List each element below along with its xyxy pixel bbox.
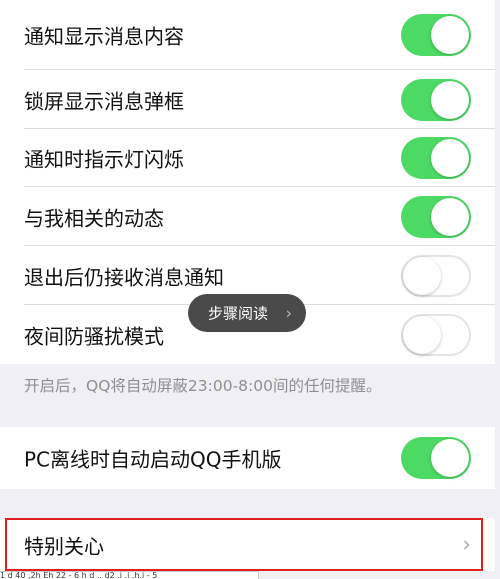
setting-row-show-content: 通知显示消息内容	[0, 0, 495, 70]
setting-label: 退出后仍接收消息通知	[24, 265, 224, 289]
highlight-box	[5, 518, 483, 571]
setting-row-pc-offline: PC离线时自动启动QQ手机版	[0, 427, 495, 489]
night-mode-note: 开启后，QQ将自动屏蔽23:00-8:00间的任何提醒。	[24, 377, 382, 395]
setting-label: 锁屏显示消息弹框	[24, 89, 184, 113]
toggle-knob	[403, 315, 441, 354]
toggle-indicator-light[interactable]	[401, 137, 471, 179]
setting-row-indicator-light: 通知时指示灯闪烁	[0, 129, 495, 187]
setting-label: 通知显示消息内容	[24, 24, 184, 49]
toggle-knob	[431, 16, 469, 54]
setting-label: 通知时指示灯闪烁	[24, 147, 184, 172]
toggle-knob	[431, 139, 469, 177]
setting-row-lockscreen-popup: 锁屏显示消息弹框	[0, 70, 495, 129]
toggle-knob	[431, 439, 469, 477]
toggle-knob	[431, 80, 469, 119]
tooltip-label: 步骤阅读	[208, 304, 269, 323]
toggle-night-mode[interactable]	[401, 313, 471, 356]
setting-label: 夜间防骚扰模式	[24, 324, 164, 348]
toggle-related-updates[interactable]	[401, 195, 471, 238]
setting-label: PC离线时自动启动QQ手机版	[24, 447, 282, 472]
step-reading-tooltip[interactable]: 步骤阅读 ›	[188, 294, 306, 332]
toggle-show-content[interactable]	[401, 14, 471, 56]
setting-label: 与我相关的动态	[24, 206, 164, 230]
toggle-knob	[431, 197, 469, 236]
toggle-receive-after-exit[interactable]	[401, 254, 471, 297]
chevron-right-icon: ›	[285, 303, 292, 323]
setting-row-related-updates: 与我相关的动态	[0, 187, 495, 246]
toggle-lockscreen-popup[interactable]	[401, 78, 471, 121]
toggle-pc-offline[interactable]	[401, 437, 471, 479]
toggle-knob	[403, 256, 441, 295]
